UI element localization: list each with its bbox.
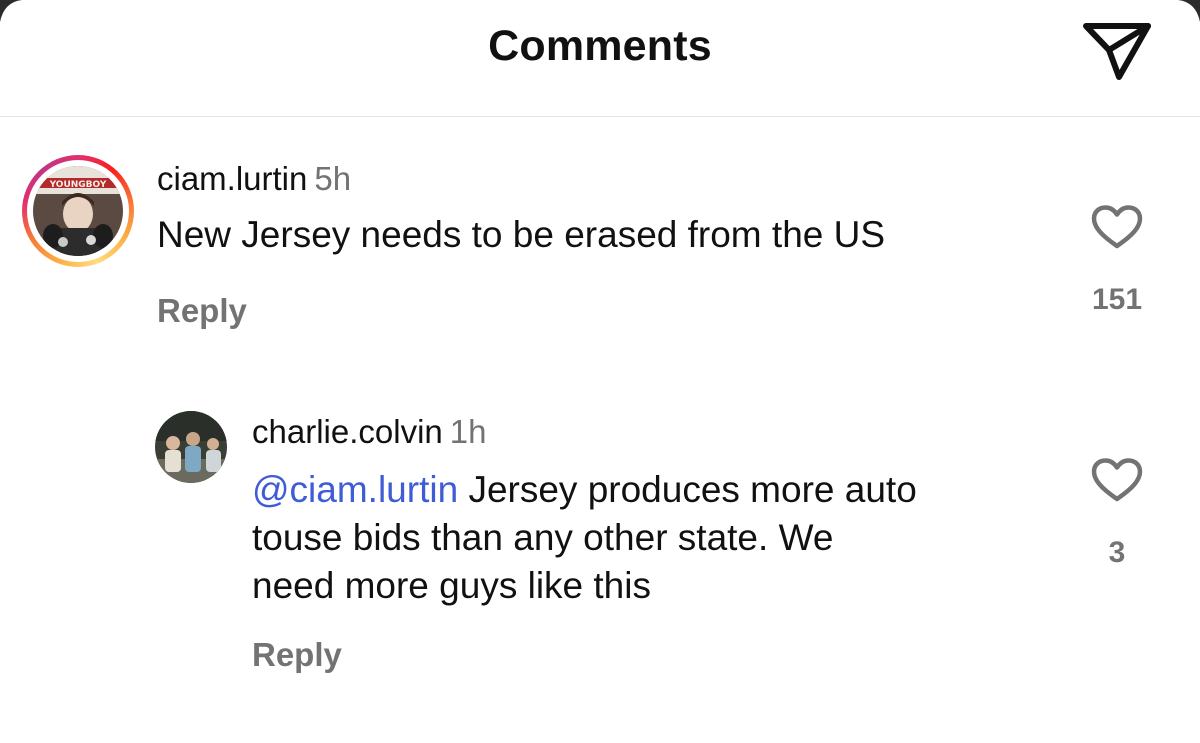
comment-time: 1h [449,413,487,450]
username[interactable]: charlie.colvin [252,413,443,450]
username[interactable]: ciam.lurtin [157,160,307,197]
comment-text: @ciam.lurtin Jersey produces more auto t… [252,469,917,606]
story-ring[interactable]: YOUNGBOY [22,155,134,267]
comment-text: New Jersey needs to be erased from the U… [157,214,886,255]
comments-screen: Comments YOUNGBOY ciam.lurtin 5h New Jer… [0,0,1200,743]
reply-button[interactable]: Reply [157,292,247,330]
share-button[interactable] [1078,17,1154,85]
comments-header: Comments [0,0,1200,117]
mention-link[interactable]: @ciam.lurtin [252,469,458,510]
avatar-photo [155,411,227,483]
reply-button[interactable]: Reply [252,636,342,674]
like-count: 3 [1108,536,1126,569]
comment-time: 5h [314,160,352,197]
like-button[interactable] [1091,457,1143,503]
heart-icon [1091,205,1143,249]
avatar-photo: YOUNGBOY [33,166,123,256]
paper-plane-icon [1083,23,1151,80]
page-title: Comments [488,22,712,70]
like-count: 151 [1091,283,1143,316]
comment-header: ciam.lurtin 5h [157,160,351,198]
like-button[interactable] [1091,204,1143,250]
comment-header: charlie.colvin 1h [252,413,486,451]
avatar[interactable] [155,411,227,483]
avatar[interactable]: YOUNGBOY [33,166,123,256]
heart-icon [1091,458,1143,502]
avatar-banner-text: YOUNGBOY [49,180,107,190]
